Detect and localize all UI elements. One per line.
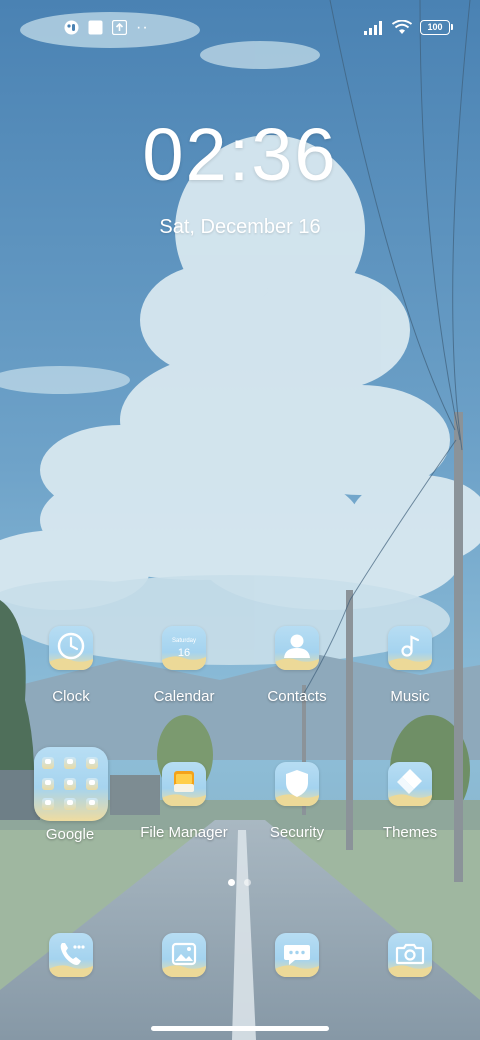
app-label: Calendar xyxy=(153,688,215,705)
status-bar: ·· 100 xyxy=(0,14,480,42)
home-indicator[interactable] xyxy=(151,1026,329,1031)
shield-icon[interactable] xyxy=(275,762,319,806)
calendar-icon-weekday: Saturday xyxy=(172,638,196,644)
lock-clock-time[interactable]: 02:36 xyxy=(0,112,480,197)
app-label: File Manager xyxy=(140,824,228,841)
folder-label: Google xyxy=(45,826,95,843)
calendar-icon[interactable]: Saturday 16 xyxy=(162,626,206,670)
dock-gallery[interactable] xyxy=(162,933,206,977)
app-label: Themes xyxy=(382,824,438,841)
gallery-icon xyxy=(162,942,206,977)
page-indicator[interactable] xyxy=(228,879,251,886)
app-label: Security xyxy=(269,824,325,841)
app-themes[interactable]: Themes xyxy=(354,762,466,872)
folder-icon xyxy=(42,757,100,813)
app-music[interactable]: Music xyxy=(354,626,466,736)
status-bar-left: ·· xyxy=(64,18,149,36)
dock-camera[interactable] xyxy=(388,933,432,977)
folder-google[interactable] xyxy=(34,747,108,821)
app-file-manager[interactable]: File Manager xyxy=(128,762,240,872)
themes-icon[interactable] xyxy=(388,762,432,806)
phone-icon xyxy=(49,943,93,977)
calendar-icon-day: 16 xyxy=(178,647,190,659)
music-icon[interactable] xyxy=(388,626,432,670)
page-dot-1[interactable] xyxy=(228,879,235,886)
app-clock[interactable]: Clock xyxy=(15,626,127,736)
lock-clock-date[interactable]: Sat, December 16 xyxy=(0,216,480,239)
signal-icon xyxy=(364,20,382,35)
status-bar-right: 100 xyxy=(364,20,453,35)
messages-icon xyxy=(275,945,319,977)
square-notification-icon xyxy=(88,20,103,35)
wifi-icon xyxy=(392,20,412,34)
battery-level: 100 xyxy=(427,22,443,32)
dock-messages[interactable] xyxy=(275,933,319,977)
contacts-icon[interactable] xyxy=(275,626,319,670)
app-label: Contacts xyxy=(267,688,327,705)
clock-icon[interactable] xyxy=(49,626,93,670)
camera-icon xyxy=(388,943,432,977)
upload-icon xyxy=(112,20,127,35)
notification-icon xyxy=(64,20,79,35)
more-notifications-indicator: ·· xyxy=(136,18,149,36)
file-manager-icon[interactable] xyxy=(162,762,206,806)
dock-phone[interactable] xyxy=(49,933,93,977)
app-security[interactable]: Security xyxy=(241,762,353,872)
battery-icon: 100 xyxy=(420,20,453,35)
app-label: Music xyxy=(390,688,430,705)
app-label: Clock xyxy=(52,688,90,705)
app-contacts[interactable]: Contacts xyxy=(241,626,353,736)
app-calendar[interactable]: Saturday 16 Calendar xyxy=(128,626,240,736)
page-dot-2[interactable] xyxy=(244,879,251,886)
